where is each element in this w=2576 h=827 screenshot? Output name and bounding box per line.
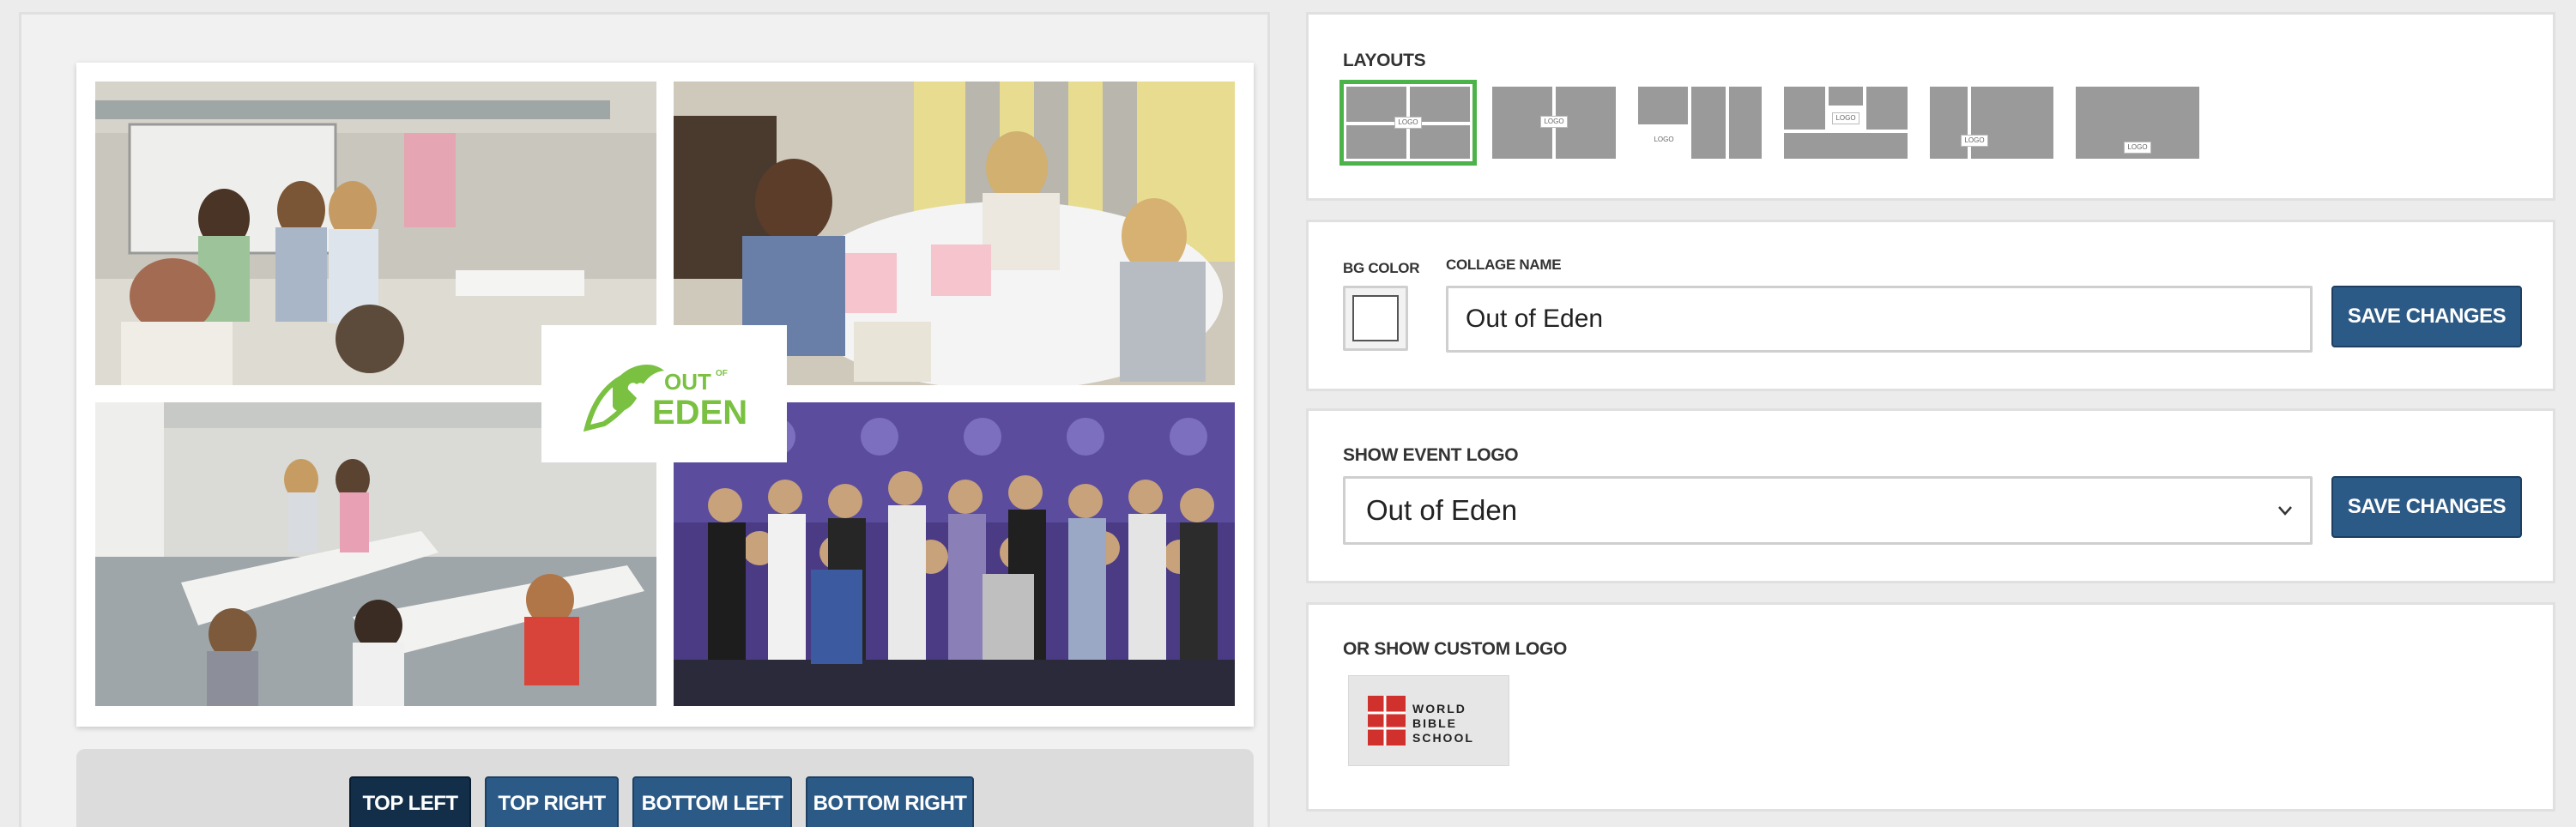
bg-color-picker[interactable] [1343,286,1408,351]
event-logo-select[interactable]: Out of Eden [1343,476,2313,545]
chevron-down-icon [2278,506,2292,516]
layout-logo-tag: LOGO [1394,117,1422,129]
collage-preview-panel: OUT OF EDEN Top Left Top Right Bottom Le… [19,12,1270,827]
layout-option-5[interactable]: LOGO [1930,87,2053,159]
position-bottom-left-button[interactable]: Bottom Left [632,776,792,827]
save-collage-name-button[interactable]: Save Changes [2331,286,2522,347]
world-bible-school-logo: WORLD BIBLE SCHOOL [1368,696,1474,746]
layouts-card: Layouts LOGO LOGO LOGO LOGO LOGO LOGO [1306,12,2555,201]
layout-option-2[interactable]: LOGO [1492,87,1616,159]
logo-position-bar: Top Left Top Right Bottom Left Bottom Ri… [76,749,1254,827]
position-top-left-button[interactable]: Top Left [349,776,471,827]
out-of-eden-logo: OUT OF EDEN [583,365,747,432]
custom-logo-option[interactable]: WORLD BIBLE SCHOOL [1348,675,1509,766]
layout-option-6[interactable]: LOGO [2076,87,2199,159]
logo-line-world: WORLD [1412,702,1466,715]
custom-logo-label: Or Show Custom Logo [1343,639,1568,659]
save-event-logo-button[interactable]: Save Changes [2331,476,2522,538]
logo-text-eden: EDEN [652,394,747,432]
layout-logo-tag: LOGO [1540,116,1568,128]
bg-color-label: BG Color [1343,260,1420,276]
layout-logo-tag: LOGO [1961,135,1988,147]
custom-logo-card: Or Show Custom Logo WORLD BIBLE SCHOOL [1306,602,2555,812]
layouts-label: Layouts [1343,51,1426,70]
event-logo-card: Show Event Logo Out of Eden Save Changes [1306,408,2555,583]
layout-option-4[interactable]: LOGO [1784,87,1908,159]
collage-canvas: OUT OF EDEN [76,63,1254,727]
layout-logo-tag: LOGO [1832,112,1859,124]
logo-line-school: SCHOOL [1412,731,1474,745]
collage-name-label: Collage Name [1446,257,1562,273]
layout-option-3[interactable]: LOGO [1638,87,1762,159]
logo-line-bible: BIBLE [1412,716,1457,730]
layout-option-1[interactable]: LOGO [1339,80,1477,166]
layout-logo-tag: LOGO [1654,136,1674,143]
layout-logo-tag: LOGO [2124,142,2151,154]
position-bottom-right-button[interactable]: Bottom Right [806,776,974,827]
collage-settings-card: BG Color Collage Name Save Changes [1306,220,2555,391]
collage-name-input[interactable] [1446,286,2313,353]
logo-text-of: OF [716,369,728,378]
bg-color-preview [1352,295,1399,341]
event-logo-label: Show Event Logo [1343,445,1519,465]
event-logo-selected-value: Out of Eden [1366,494,1518,526]
logo-text-out: OUT [664,369,711,395]
event-logo-overlay[interactable]: OUT OF EDEN [541,325,787,462]
position-top-right-button[interactable]: Top Right [485,776,619,827]
